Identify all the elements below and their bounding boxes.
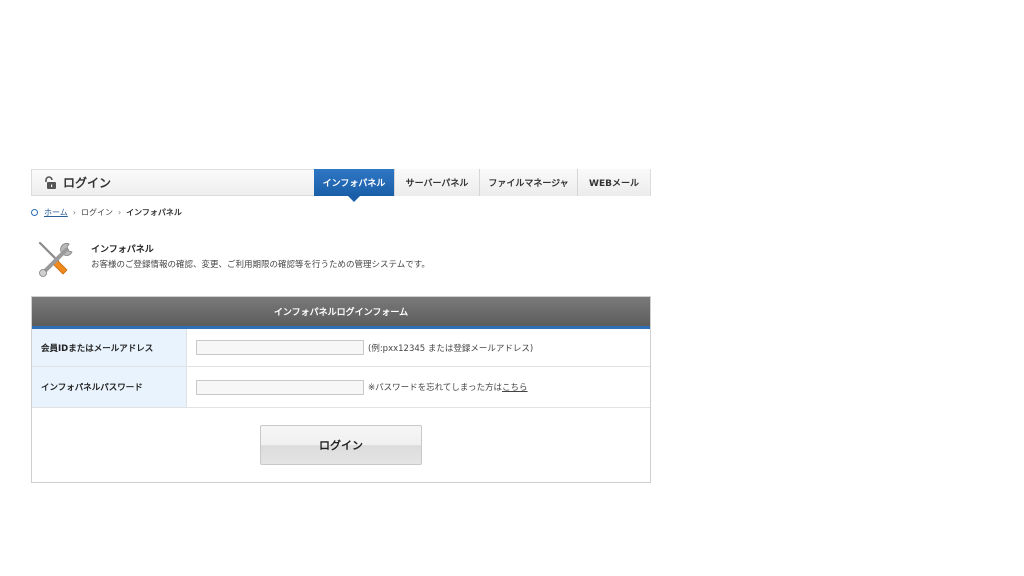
member-id-hint: (例:pxx12345 または登録メールアドレス) xyxy=(368,343,534,354)
header-bar: ログイン インフォパネル サーバーパネル ファイルマネージャ WEBメール xyxy=(31,169,651,202)
forgot-password-link[interactable]: こちら xyxy=(502,381,528,393)
login-button[interactable]: ログイン xyxy=(260,425,422,465)
panel-info: インフォパネル お客様のご登録情報の確認、変更、ご利用期限の確認等を行うための管… xyxy=(34,238,430,280)
page-title: ログイン xyxy=(43,174,111,191)
forgot-password-text: ※パスワードを忘れてしまった方は xyxy=(368,383,503,393)
breadcrumb-bullet-icon xyxy=(31,209,38,216)
form-title: インフォパネルログインフォーム xyxy=(32,297,650,329)
password-label: インフォパネルパスワード xyxy=(32,367,187,407)
member-id-input[interactable] xyxy=(196,340,364,355)
breadcrumb: ホーム › ログイン › インフォパネル xyxy=(31,207,182,218)
tab-bar: インフォパネル サーバーパネル ファイルマネージャ WEBメール xyxy=(314,169,650,202)
password-cell: ※パスワードを忘れてしまった方は こちら xyxy=(187,367,650,407)
form-row-member-id: 会員IDまたはメールアドレス (例:pxx12345 または登録メールアドレス) xyxy=(32,329,650,367)
form-row-password: インフォパネルパスワード ※パスワードを忘れてしまった方は こちら xyxy=(32,367,650,408)
unlock-icon xyxy=(45,175,56,189)
panel-info-text: インフォパネル お客様のご登録情報の確認、変更、ご利用期限の確認等を行うための管… xyxy=(91,242,430,270)
breadcrumb-separator: › xyxy=(72,208,76,217)
login-page: ログイン インフォパネル サーバーパネル ファイルマネージャ WEBメール ホー… xyxy=(31,169,651,483)
breadcrumb-login: ログイン xyxy=(80,208,113,217)
member-id-cell: (例:pxx12345 または登録メールアドレス) xyxy=(187,329,650,366)
tab-serverpanel[interactable]: サーバーパネル xyxy=(394,169,479,196)
panel-description: お客様のご登録情報の確認、変更、ご利用期限の確認等を行うための管理システムです。 xyxy=(91,260,430,270)
breadcrumb-separator: › xyxy=(117,208,122,217)
tab-webmail[interactable]: WEBメール xyxy=(577,169,650,196)
breadcrumb-current: インフォパネル xyxy=(126,208,182,217)
wrench-screwdriver-icon xyxy=(38,241,73,277)
panel-name: インフォパネル xyxy=(91,245,154,255)
tab-filemanager[interactable]: ファイルマネージャ xyxy=(479,169,577,196)
member-id-label: 会員IDまたはメールアドレス xyxy=(32,329,187,366)
tab-infopanel[interactable]: インフォパネル xyxy=(314,169,394,202)
breadcrumb-home-link[interactable]: ホーム xyxy=(44,207,68,218)
password-input[interactable] xyxy=(196,379,364,395)
submit-area: ログイン xyxy=(32,408,650,482)
login-form: インフォパネルログインフォーム 会員IDまたはメールアドレス (例:pxx123… xyxy=(31,296,651,483)
page-title-text: ログイン xyxy=(63,176,112,190)
